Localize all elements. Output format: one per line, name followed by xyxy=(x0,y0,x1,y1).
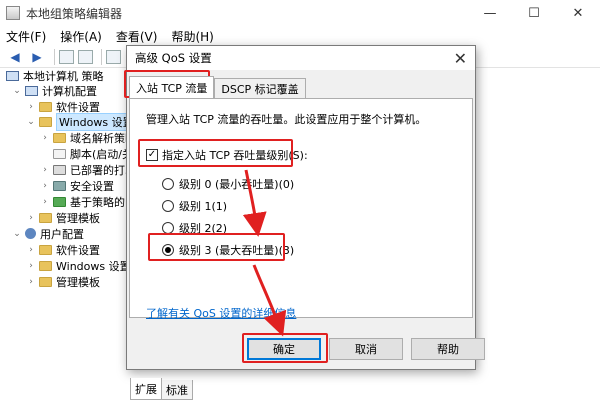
radio-button[interactable] xyxy=(162,222,174,234)
toolbar-divider xyxy=(101,48,102,65)
tree-item-security[interactable]: › 安全设置 xyxy=(40,178,114,193)
maximize-button[interactable]: ☐ xyxy=(512,0,556,26)
folder-icon xyxy=(39,260,52,271)
folder-icon xyxy=(53,132,66,143)
back-arrow-icon[interactable]: ◀ xyxy=(6,49,24,65)
folder-icon xyxy=(39,276,52,287)
level-3-label: 级别 3 (最大吞吐量)(3) xyxy=(179,244,295,257)
tree-item-admin-templates[interactable]: › 管理模板 xyxy=(26,210,100,225)
tree-item-user-software[interactable]: › 软件设置 xyxy=(26,242,100,257)
tab-extended[interactable]: 扩展 xyxy=(130,378,162,400)
tree-item-scripts[interactable]: 脚本(启动/关 xyxy=(40,146,133,161)
level-3-radio[interactable]: 级别 3 (最大吞吐量)(3) xyxy=(162,242,294,258)
window-title: 本地组策略编辑器 xyxy=(26,6,123,21)
qos-chart-icon xyxy=(53,196,66,207)
level-2-radio[interactable]: 级别 2(2) xyxy=(162,220,227,236)
menu-file[interactable]: 文件(F) xyxy=(6,28,46,45)
tree-item-user-admin[interactable]: › 管理模板 xyxy=(26,274,100,289)
checkbox-label: 指定入站 TCP 吞吐量级别(S): xyxy=(162,149,308,162)
dialog-buttons: 确定 取消 帮助 xyxy=(247,338,493,360)
menu-help[interactable]: 帮助(H) xyxy=(171,28,213,45)
view-tabs: 扩展 标准 xyxy=(130,378,193,400)
level-0-radio[interactable]: 级别 0 (最小吞吐量)(0) xyxy=(162,176,294,192)
security-icon xyxy=(53,180,66,191)
tree-item-windows-settings[interactable]: ⌄ Windows 设置 xyxy=(26,112,137,131)
close-button[interactable]: ✕ xyxy=(556,0,600,26)
tree-item-root[interactable]: 本地计算机 策略 xyxy=(6,68,104,83)
radio-button-selected[interactable] xyxy=(162,244,174,256)
folder-icon xyxy=(39,101,52,112)
cancel-button[interactable]: 取消 xyxy=(329,338,403,360)
menu-action[interactable]: 操作(A) xyxy=(60,28,102,45)
chevron-right-icon[interactable]: › xyxy=(26,245,36,255)
app-icon xyxy=(6,6,20,20)
minimize-button[interactable]: — xyxy=(468,0,512,26)
level-2-label: 级别 2(2) xyxy=(179,222,228,235)
chevron-right-icon[interactable]: › xyxy=(26,213,36,223)
chevron-right-icon[interactable]: › xyxy=(26,102,36,112)
toolbar-divider xyxy=(54,48,55,65)
inbound-tcp-panel: 管理入站 TCP 流量的吞吐量。此设置应用于整个计算机。 ✓ 指定入站 TCP … xyxy=(129,98,473,321)
ok-button[interactable]: 确定 xyxy=(247,338,321,360)
user-icon xyxy=(25,228,36,239)
level-1-label: 级别 1(1) xyxy=(179,200,228,213)
dialog-title: 高级 QoS 设置 xyxy=(127,46,475,70)
radio-dot xyxy=(165,247,171,253)
menubar: 文件(F) 操作(A) 查看(V) 帮助(H) xyxy=(0,26,600,46)
chevron-right-icon[interactable]: › xyxy=(26,261,36,271)
throughput-checkbox-row[interactable]: ✓ 指定入站 TCP 吞吐量级别(S): xyxy=(146,147,308,163)
tree-item-user-windows[interactable]: › Windows 设置 xyxy=(26,258,130,273)
chevron-right-icon[interactable]: › xyxy=(40,197,50,207)
computer-policy-icon xyxy=(6,70,19,81)
chevron-down-icon[interactable]: ⌄ xyxy=(12,229,22,239)
radio-button[interactable] xyxy=(162,178,174,190)
computer-icon xyxy=(25,85,38,96)
tree-item-user-config[interactable]: ⌄ 用户配置 xyxy=(12,226,84,241)
advanced-qos-dialog: 高级 QoS 设置 ✕ 入站 TCP 流量 DSCP 标记覆盖 管理入站 TCP… xyxy=(126,45,485,370)
dialog-tabs: 入站 TCP 流量 DSCP 标记覆盖 xyxy=(129,76,306,98)
chevron-right-icon[interactable]: › xyxy=(26,277,36,287)
panel-description: 管理入站 TCP 流量的吞吐量。此设置应用于整个计算机。 xyxy=(146,113,427,126)
throughput-checkbox[interactable]: ✓ xyxy=(146,149,158,161)
level-0-label: 级别 0 (最小吞吐量)(0) xyxy=(179,178,295,191)
printer-icon xyxy=(53,164,66,175)
window-titlebar: 本地组策略编辑器 — ☐ ✕ xyxy=(0,0,600,26)
show-hide-tree-icon[interactable] xyxy=(78,49,93,64)
tab-inbound-tcp[interactable]: 入站 TCP 流量 xyxy=(129,76,215,98)
level-1-radio[interactable]: 级别 1(1) xyxy=(162,198,227,214)
radio-button[interactable] xyxy=(162,200,174,212)
tree-item-qos[interactable]: › 基于策略的 C xyxy=(40,194,136,209)
chevron-right-icon[interactable]: › xyxy=(40,181,50,191)
export-list-icon[interactable] xyxy=(106,49,121,64)
up-folder-icon[interactable] xyxy=(59,49,74,64)
chevron-down-icon[interactable]: ⌄ xyxy=(12,86,22,96)
folder-icon xyxy=(39,244,52,255)
tree-item-computer-config[interactable]: ⌄ 计算机配置 xyxy=(12,83,97,98)
chevron-right-icon[interactable]: › xyxy=(40,165,50,175)
qos-help-link[interactable]: 了解有关 QoS 设置的详细信息 xyxy=(146,305,296,321)
tree-item-dns[interactable]: › 域名解析策略 xyxy=(40,130,136,145)
dialog-close-button[interactable]: ✕ xyxy=(454,49,467,68)
folder-icon xyxy=(39,116,52,127)
help-button[interactable]: 帮助 xyxy=(411,338,485,360)
chevron-right-icon[interactable]: › xyxy=(40,133,50,143)
tree-item-printers[interactable]: › 已部署的打印 xyxy=(40,162,136,177)
menu-view[interactable]: 查看(V) xyxy=(116,28,158,45)
folder-icon xyxy=(39,212,52,223)
chevron-down-icon[interactable]: ⌄ xyxy=(26,117,36,127)
tab-standard[interactable]: 标准 xyxy=(161,380,193,400)
forward-arrow-icon[interactable]: ▶ xyxy=(28,49,46,65)
script-icon xyxy=(53,148,66,159)
tab-dscp-override[interactable]: DSCP 标记覆盖 xyxy=(214,78,306,98)
